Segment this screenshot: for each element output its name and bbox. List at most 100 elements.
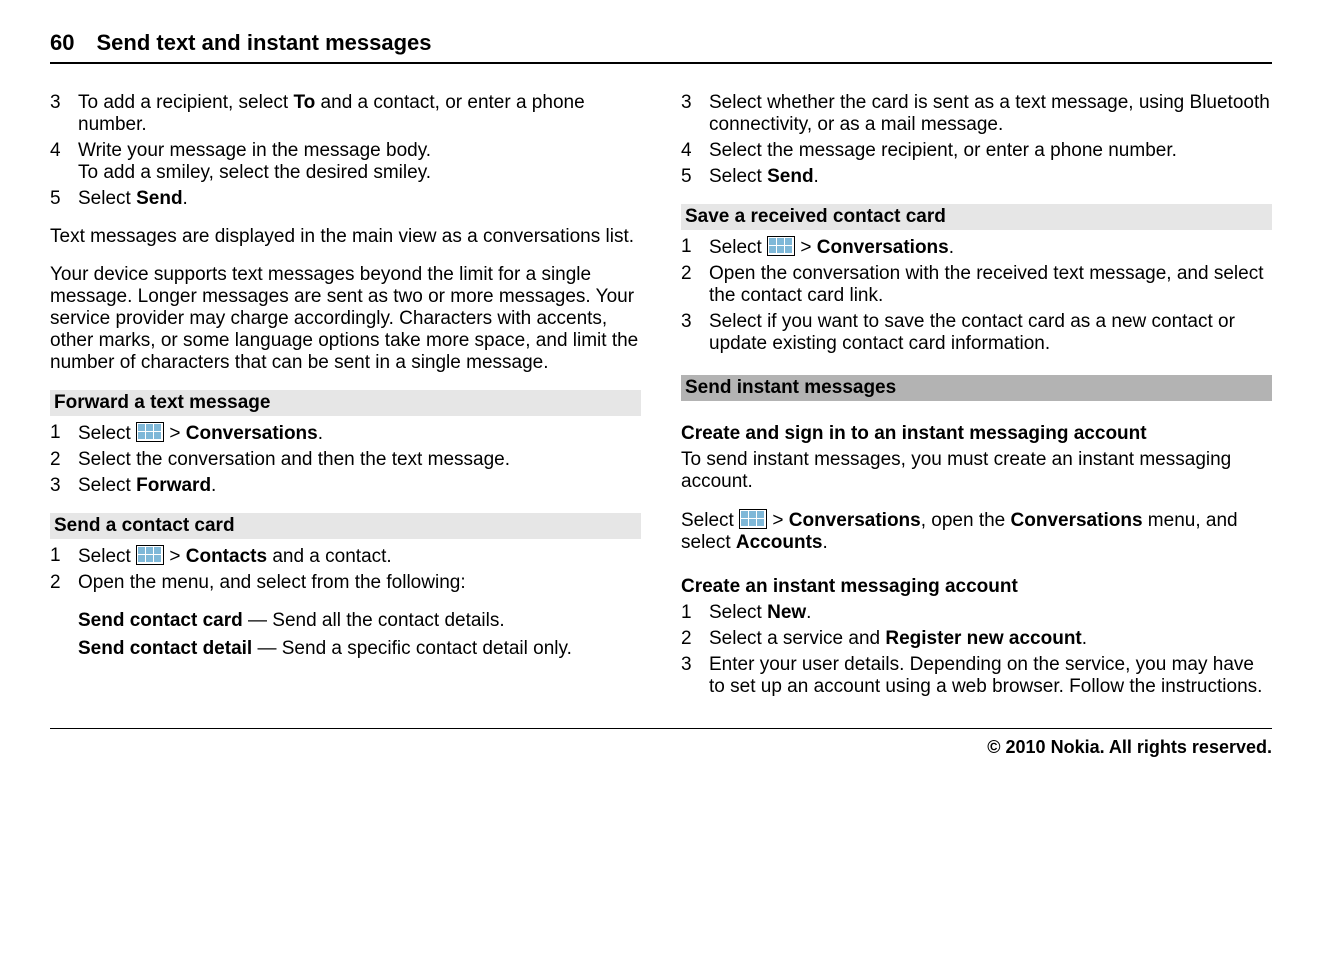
list-item: 1 Select New. <box>681 602 1272 624</box>
bold-text: To <box>293 92 315 113</box>
step-text: Select a service and Register new accoun… <box>709 628 1272 650</box>
paragraph: Text messages are displayed in the main … <box>50 226 641 248</box>
step-text: Select Send. <box>709 166 1272 188</box>
list-item: 3 Select if you want to save the contact… <box>681 311 1272 355</box>
page-title: Send text and instant messages <box>96 30 431 56</box>
step-number: 3 <box>50 475 78 497</box>
text: > <box>164 546 186 567</box>
step-text: Write your message in the message body. … <box>78 140 641 184</box>
bold-text: Send <box>767 166 813 187</box>
paragraph: To send instant messages, you must creat… <box>681 449 1272 493</box>
footer-copyright: © 2010 Nokia. All rights reserved. <box>50 728 1272 758</box>
text: Select <box>709 602 767 623</box>
list-item: 2 Open the conversation with the receive… <box>681 263 1272 307</box>
list-item: 3 Select Forward. <box>50 475 641 497</box>
text: Select <box>78 423 136 444</box>
step-text: Select > Conversations. <box>709 236 1272 259</box>
text: Select <box>78 475 136 496</box>
step-number: 5 <box>50 188 78 210</box>
left-steps-a: 3 To add a recipient, select To and a co… <box>50 92 641 210</box>
text: > <box>767 510 789 531</box>
left-column: 3 To add a recipient, select To and a co… <box>50 92 641 702</box>
step-text: Select whether the card is sent as a tex… <box>709 92 1272 136</box>
step-text: To add a recipient, select To and a cont… <box>78 92 641 136</box>
text: To add a recipient, select <box>78 92 293 113</box>
step-text: Select the conversation and then the tex… <box>78 449 641 471</box>
step-number: 1 <box>50 545 78 568</box>
heading-create-signin: Create and sign in to an instant messagi… <box>681 423 1272 445</box>
step-text: Open the menu, and select from the follo… <box>78 572 641 594</box>
sub-heading-forward: Forward a text message <box>50 390 641 416</box>
text: and a contact. <box>267 546 392 567</box>
bold-text: Conversations <box>789 510 921 531</box>
text: . <box>814 166 819 187</box>
bold-text: Contacts <box>186 546 267 567</box>
step-number: 2 <box>681 263 709 307</box>
bold-text: Forward <box>136 475 211 496</box>
definition-item: Send contact detail — Send a specific co… <box>78 638 641 660</box>
definition-desc: — Send all the contact details. <box>243 610 505 631</box>
step-text: Select > Conversations. <box>78 422 641 445</box>
step-text: Select New. <box>709 602 1272 624</box>
save-card-steps: 1 Select > Conversations. 2 Open the con… <box>681 236 1272 355</box>
sub-heading-save-card: Save a received contact card <box>681 204 1272 230</box>
list-item: 5 Select Send. <box>50 188 641 210</box>
step-number: 3 <box>681 311 709 355</box>
step-number: 3 <box>50 92 78 136</box>
list-item: 3 To add a recipient, select To and a co… <box>50 92 641 136</box>
text: Select <box>78 546 136 567</box>
text: Select <box>709 237 767 258</box>
right-column: 3 Select whether the card is sent as a t… <box>681 92 1272 702</box>
list-item: 4 Select the message recipient, or enter… <box>681 140 1272 162</box>
menu-grid-icon <box>136 422 164 442</box>
bold-text: Accounts <box>736 532 823 553</box>
forward-steps: 1 Select > Conversations. 2 Select the c… <box>50 422 641 497</box>
bold-text: Register new account <box>885 628 1081 649</box>
step-number: 5 <box>681 166 709 188</box>
heading-create-account: Create an instant messaging account <box>681 576 1272 598</box>
text: . <box>318 423 323 444</box>
bold-text: Send <box>136 188 182 209</box>
step-text: Open the conversation with the received … <box>709 263 1272 307</box>
list-item: 3 Enter your user details. Depending on … <box>681 654 1272 698</box>
list-item: 1 Select > Contacts and a contact. <box>50 545 641 568</box>
list-item: 2 Open the menu, and select from the fol… <box>50 572 641 594</box>
paragraph: Your device supports text messages beyon… <box>50 264 641 374</box>
step-number: 2 <box>50 449 78 471</box>
step-text: Select the message recipient, or enter a… <box>709 140 1272 162</box>
text: > <box>795 237 817 258</box>
text: . <box>211 475 216 496</box>
step-number: 2 <box>681 628 709 650</box>
list-item: 3 Select whether the card is sent as a t… <box>681 92 1272 136</box>
step-number: 1 <box>681 602 709 624</box>
sub-heading-send-card: Send a contact card <box>50 513 641 539</box>
list-item: 2 Select a service and Register new acco… <box>681 628 1272 650</box>
text: Select <box>78 188 136 209</box>
text: . <box>183 188 188 209</box>
step-text: Select if you want to save the contact c… <box>709 311 1272 355</box>
step-number: 2 <box>50 572 78 594</box>
step-text: Select > Contacts and a contact. <box>78 545 641 568</box>
list-item: 4 Write your message in the message body… <box>50 140 641 184</box>
section-heading-im: Send instant messages <box>681 375 1272 401</box>
definition-desc: — Send a specific contact detail only. <box>252 638 572 659</box>
bold-text: New <box>767 602 806 623</box>
page-header: 60 Send text and instant messages <box>50 30 1272 64</box>
page-number: 60 <box>50 30 74 56</box>
step-number: 4 <box>50 140 78 184</box>
list-item: 1 Select > Conversations. <box>50 422 641 445</box>
list-item: 2 Select the conversation and then the t… <box>50 449 641 471</box>
send-card-steps: 1 Select > Contacts and a contact. 2 Ope… <box>50 545 641 594</box>
list-item: 1 Select > Conversations. <box>681 236 1272 259</box>
text: Select <box>681 510 739 531</box>
menu-grid-icon <box>136 545 164 565</box>
right-steps-a: 3 Select whether the card is sent as a t… <box>681 92 1272 188</box>
text: Select a service and <box>709 628 885 649</box>
step-number: 1 <box>50 422 78 445</box>
text: Write your message in the message body. <box>78 140 431 161</box>
text: . <box>949 237 954 258</box>
text: To add a smiley, select the desired smil… <box>78 162 431 183</box>
bold-text: Conversations <box>817 237 949 258</box>
bold-text: Conversations <box>186 423 318 444</box>
step-number: 3 <box>681 654 709 698</box>
